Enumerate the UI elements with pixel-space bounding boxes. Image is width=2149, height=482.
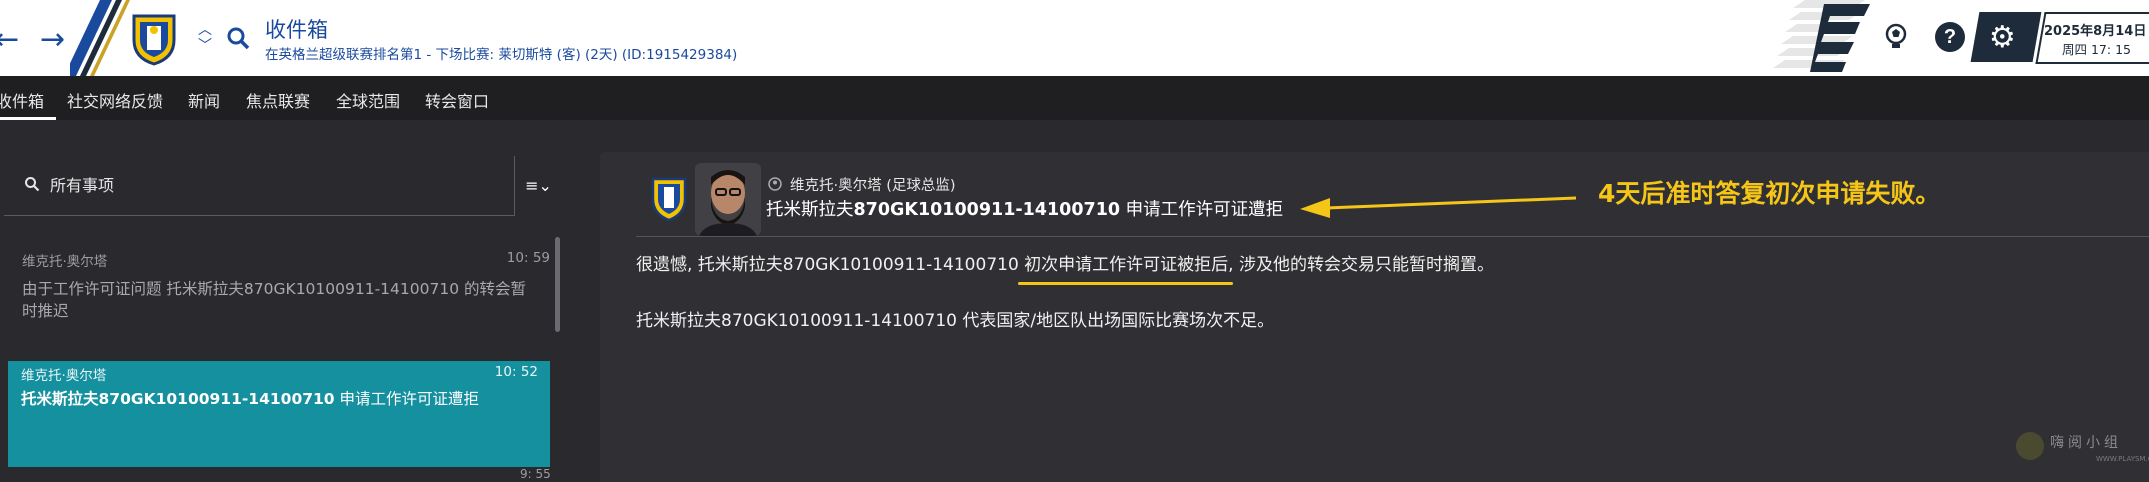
tab-worldwide[interactable]: 全球范围: [336, 88, 400, 112]
inbox-message-item[interactable]: 维克托·奥尔塔 10: 59 由于工作许可证问题 托米斯拉夫870GK10100…: [10, 250, 550, 322]
message-subject-rest: 申请工作许可证遭拒: [334, 390, 480, 408]
detail-body-paragraph: 很遗憾, 托米斯拉夫870GK10100911-14100710 初次申请工作许…: [636, 255, 1494, 275]
detail-body-paragraph: 托米斯拉夫870GK10100911-14100710 代表国家/地区队出场国际…: [636, 311, 1275, 331]
message-time: 10: 59: [506, 250, 550, 266]
detail-sender: 维克托·奥尔塔 (足球总监): [790, 174, 956, 195]
detail-subject-suffix: 申请工作许可证遭拒: [1120, 200, 1284, 220]
club-crest-icon[interactable]: [130, 12, 178, 66]
chevron-down-icon[interactable]: ﹀: [196, 38, 214, 54]
annotation-text: 4天后准时答复初次申请失败。: [1598, 179, 1941, 208]
search-icon: [25, 177, 40, 192]
inbox-message-item-selected[interactable]: 维克托·奥尔塔 10: 52 托米斯拉夫870GK10100911-141007…: [8, 361, 550, 467]
tab-focus-leagues[interactable]: 焦点联赛: [246, 88, 310, 112]
filter-label: 所有事项: [50, 176, 115, 195]
tab-inbox[interactable]: 收件箱: [0, 88, 44, 112]
watermark-url: WWW.PLAYSM.CC: [2096, 455, 2149, 463]
watermark-text: 嗨阅小组: [2050, 435, 2122, 451]
detail-sender-role: (足球总监): [886, 178, 956, 194]
settings-button[interactable]: ⚙: [1970, 12, 2042, 62]
tab-social-feedback[interactable]: 社交网络反馈: [67, 88, 163, 112]
current-date: 2025年8月14日: [2044, 24, 2147, 39]
watermark-logo-icon: [2016, 432, 2044, 460]
search-icon[interactable]: [226, 26, 250, 50]
sender-portrait: [695, 163, 761, 236]
inbox-scrollbar[interactable]: [555, 237, 560, 332]
annotation-arrow-icon: [1300, 196, 1577, 218]
message-time: 10: 52: [494, 364, 538, 380]
club-crest-icon: [651, 177, 687, 222]
annotation-underline: [1018, 282, 1233, 285]
inbox-filter-search[interactable]: 所有事项: [4, 156, 514, 216]
detail-subject-prefix: 托米斯拉夫: [766, 200, 854, 220]
gear-icon: ⚙: [1988, 20, 2016, 55]
message-subject-player: 托米斯拉夫870GK10100911-14100710: [21, 390, 335, 408]
game-logo-icon: [1810, 4, 1870, 72]
message-time-partial: 9: 55: [520, 467, 551, 481]
message-sender: 维克托·奥尔塔: [22, 254, 108, 270]
page-title: 收件箱: [265, 18, 328, 42]
menu-chevron-down-icon: ≡⌄: [525, 176, 552, 195]
detail-subject: 托米斯拉夫870GK10100911-14100710 申请工作许可证遭拒: [766, 196, 1283, 221]
person-icon: [768, 177, 782, 191]
message-subject: 由于工作许可证问题 托米斯拉夫870GK10100911-14100710 的转…: [22, 280, 526, 320]
current-time: 周四 17: 15: [2062, 42, 2131, 57]
page-subtitle: 在英格兰超级联赛排名第1 - 下场比赛: 莱切斯特 (客) (2天) (ID:1…: [265, 47, 738, 63]
list-options-button[interactable]: ≡⌄: [514, 156, 562, 216]
tab-transfer-window[interactable]: 转会窗口: [425, 88, 489, 112]
message-sender: 维克托·奥尔塔: [21, 368, 107, 384]
chevron-up-icon[interactable]: ︿: [196, 22, 214, 38]
tab-bar: 收件箱 社交网络反馈 新闻 焦点联赛 全球范围 转会窗口: [0, 76, 2149, 120]
sender-avatar: [695, 163, 761, 236]
detail-divider: [636, 236, 2149, 237]
message-subject: 托米斯拉夫870GK10100911-14100710 申请工作许可证遭拒: [21, 387, 479, 409]
detail-sender-name: 维克托·奥尔塔: [790, 178, 882, 194]
tab-news[interactable]: 新闻: [188, 88, 220, 112]
forward-arrow-icon[interactable]: →: [40, 22, 65, 57]
top-header: ← → ︿ ﹀ 收件箱 在英格兰超级联赛排名第1 - 下场比赛: 莱切斯特 (客…: [0, 0, 2149, 76]
help-icon[interactable]: ?: [1935, 22, 1965, 52]
back-arrow-icon[interactable]: ←: [0, 22, 19, 57]
football-icon[interactable]: [1882, 22, 1910, 50]
detail-subject-bold: 870GK10100911-14100710: [853, 200, 1121, 220]
